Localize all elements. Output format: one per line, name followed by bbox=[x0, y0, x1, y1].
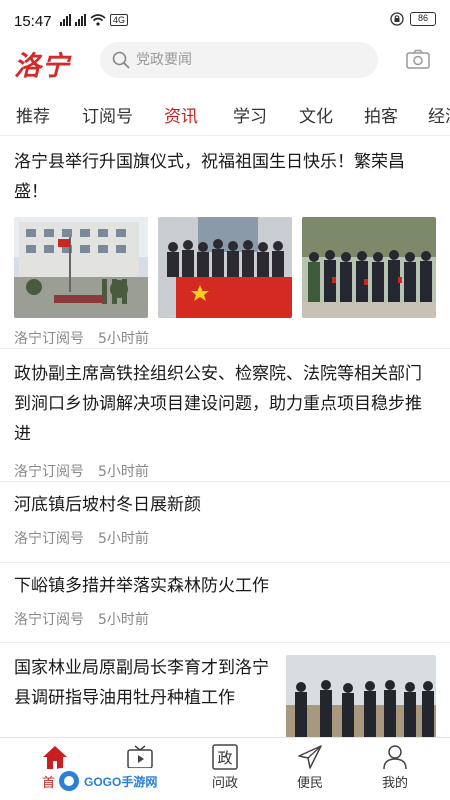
app-logo: 洛宁 bbox=[14, 51, 70, 82]
network-type-label: 4G bbox=[110, 14, 129, 26]
paper-plane-icon bbox=[298, 745, 322, 769]
nav-services-label: 便民 bbox=[296, 776, 323, 791]
news-item[interactable]: 下峪镇多措并举落实森林防火工作 洛宁订阅号 5小时前 bbox=[0, 563, 450, 643]
nav-profile-label: 我的 bbox=[381, 776, 408, 791]
news-title: 洛宁县举行升国旗仪式，祝福祖国生日快乐！繁荣昌盛！ bbox=[14, 152, 405, 202]
news-time: 5小时前 bbox=[98, 612, 149, 628]
politics-icon: 政 bbox=[212, 744, 238, 770]
tab-study[interactable]: 学习 bbox=[233, 102, 267, 127]
news-item[interactable]: 政协副主席高铁拴组织公安、检察院、法院等相关部门到涧口乡协调解决项目建设问题，助… bbox=[0, 349, 450, 482]
news-feed: 洛宁县举行升国旗仪式，祝福祖国生日快乐！繁荣昌盛！ 洛宁订阅号 5小时前 政协副… bbox=[0, 137, 450, 737]
news-meta: 洛宁订阅号 5小时前 bbox=[14, 328, 436, 350]
news-meta: 洛宁订阅号 5小时前 bbox=[14, 461, 436, 483]
news-thumbnail bbox=[14, 217, 148, 318]
battery-indicator: 86 bbox=[410, 12, 436, 26]
nav-politics-label: 问政 bbox=[211, 776, 238, 791]
home-icon bbox=[43, 746, 67, 769]
status-time: 15:47 bbox=[14, 13, 52, 30]
news-meta: 洛宁订阅号 5小时前 bbox=[14, 609, 436, 631]
news-meta: 洛宁订阅号 5小时前 bbox=[14, 528, 436, 550]
category-tabs: 推荐 订阅号 资讯 学习 文化 拍客 经济 bbox=[0, 92, 450, 136]
building-flag-photo bbox=[14, 217, 148, 318]
outdoor-group-photo bbox=[302, 217, 436, 318]
tab-culture[interactable]: 文化 bbox=[299, 102, 333, 127]
signal-icon bbox=[60, 14, 71, 26]
app-header: 洛宁 bbox=[0, 40, 450, 86]
nav-services[interactable]: 便民 bbox=[280, 744, 340, 791]
news-title: 政协副主席高铁拴组织公安、检察院、法院等相关部门到涧口乡协调解决项目建设问题，助… bbox=[14, 364, 422, 444]
news-time: 5小时前 bbox=[98, 331, 149, 347]
politics-icon-glyph: 政 bbox=[217, 749, 232, 767]
news-source: 洛宁订阅号 bbox=[14, 612, 84, 628]
status-bar: 15:47 4G 86 bbox=[0, 0, 450, 40]
news-item[interactable]: 国家林业局原副局长李育才到洛宁县调研指导油用牡丹种植工作 bbox=[0, 643, 450, 737]
news-title: 河底镇后坡村冬日展新颜 bbox=[14, 495, 201, 515]
group-flag-photo bbox=[158, 217, 292, 318]
lock-icon bbox=[390, 12, 404, 26]
tv-icon bbox=[127, 745, 153, 769]
field-inspection-photo bbox=[286, 655, 436, 737]
news-title: 国家林业局原副局长李育才到洛宁县调研指导油用牡丹种植工作 bbox=[14, 658, 269, 708]
camera-icon[interactable] bbox=[406, 49, 430, 69]
news-thumbnail bbox=[302, 217, 436, 318]
search-input[interactable] bbox=[136, 42, 366, 78]
news-title: 下峪镇多措并举落实森林防火工作 bbox=[14, 576, 269, 596]
person-icon bbox=[383, 745, 407, 770]
search-icon bbox=[112, 51, 130, 69]
news-time: 5小时前 bbox=[98, 464, 149, 480]
news-image-row bbox=[14, 217, 436, 318]
signal-icons: 4G bbox=[60, 14, 129, 26]
nav-profile[interactable]: 我的 bbox=[365, 744, 425, 791]
news-thumbnail bbox=[158, 217, 292, 318]
tab-economy[interactable]: 经济 bbox=[428, 102, 450, 127]
news-source: 洛宁订阅号 bbox=[14, 464, 84, 480]
tab-news[interactable]: 资讯 bbox=[164, 102, 198, 127]
watermark-text: GOGO手游网 bbox=[84, 775, 158, 789]
wifi-icon bbox=[90, 14, 106, 26]
news-item[interactable]: 洛宁县举行升国旗仪式，祝福祖国生日快乐！繁荣昌盛！ 洛宁订阅号 5小时前 bbox=[0, 137, 450, 349]
news-source: 洛宁订阅号 bbox=[14, 331, 84, 347]
news-source: 洛宁订阅号 bbox=[14, 531, 84, 547]
tab-subscriptions[interactable]: 订阅号 bbox=[82, 102, 133, 127]
signal-icon-2 bbox=[75, 14, 86, 26]
news-item[interactable]: 河底镇后坡村冬日展新颜 洛宁订阅号 5小时前 bbox=[0, 482, 450, 563]
news-time: 5小时前 bbox=[98, 531, 149, 547]
tab-recommend[interactable]: 推荐 bbox=[16, 102, 50, 127]
tab-photographers[interactable]: 拍客 bbox=[364, 102, 398, 127]
nav-politics[interactable]: 政 问政 bbox=[195, 744, 255, 791]
search-bar[interactable] bbox=[100, 42, 378, 78]
news-thumbnail bbox=[286, 655, 436, 737]
watermark: GOGO手游网 bbox=[56, 768, 174, 794]
